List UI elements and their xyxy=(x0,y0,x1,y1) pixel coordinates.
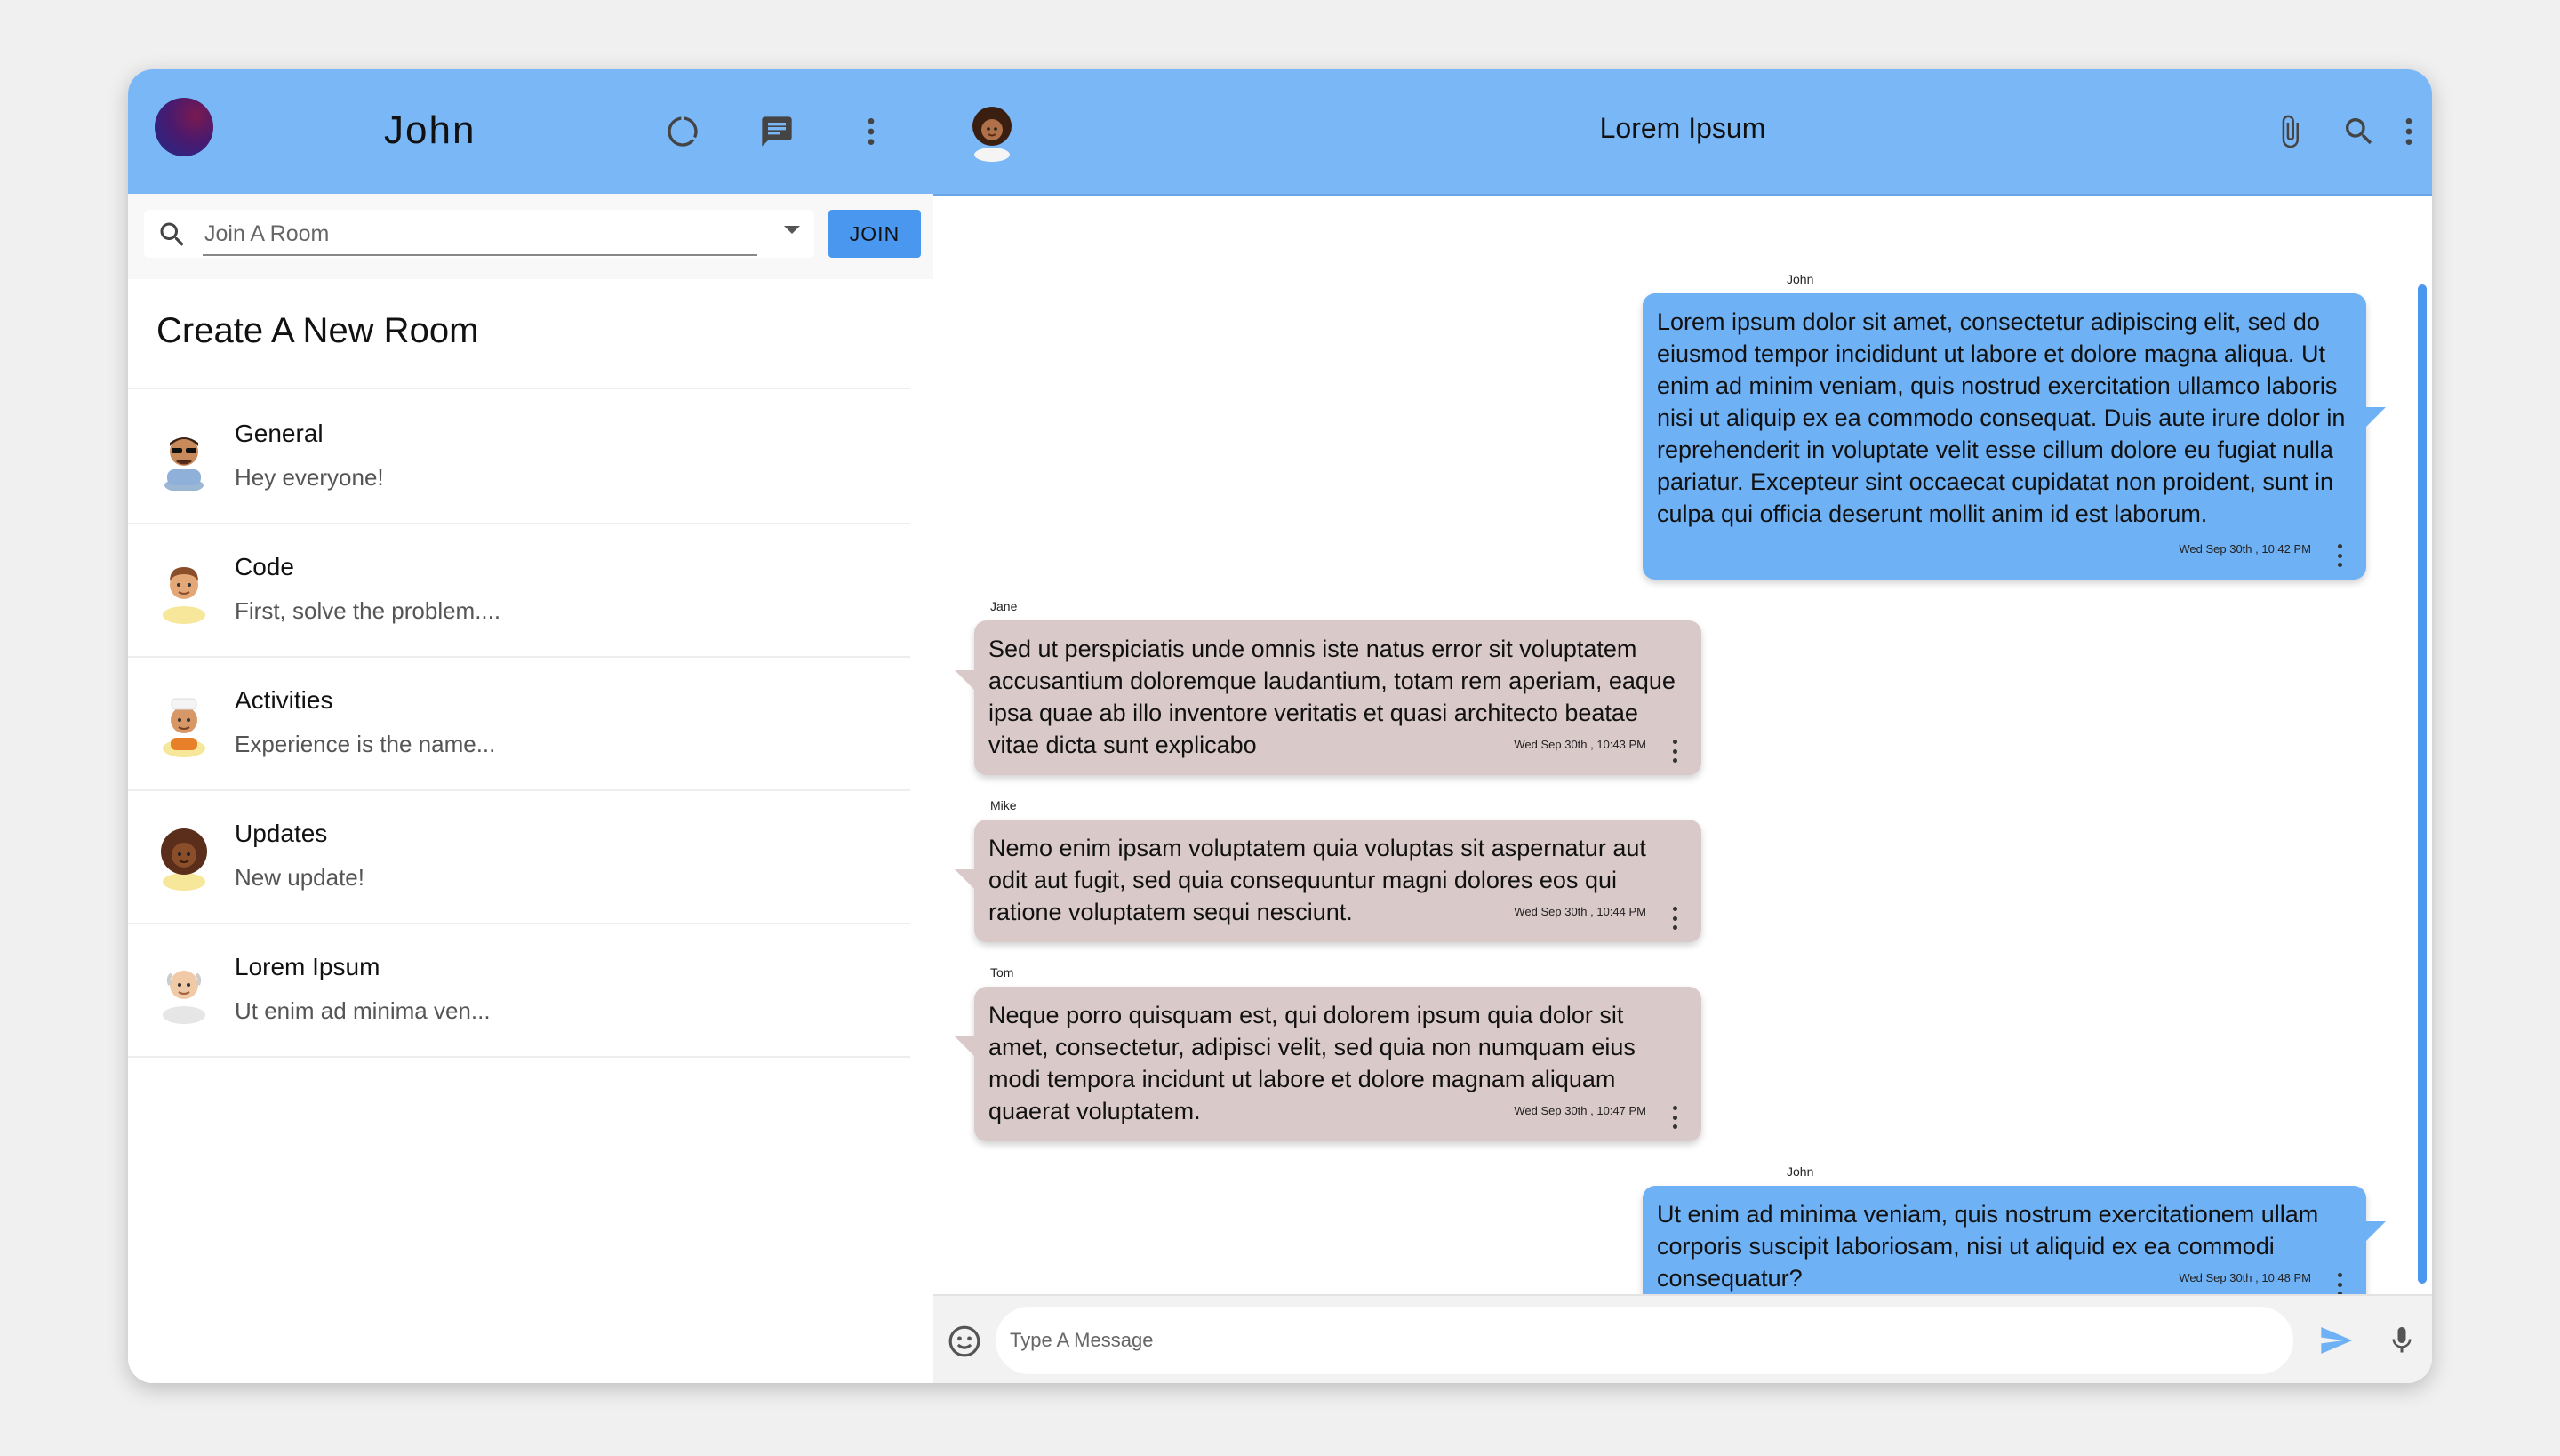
more-vert-icon[interactable] xyxy=(2388,110,2430,153)
message-time: Wed Sep 30th , 10:42 PM xyxy=(2179,542,2311,556)
message-bubble: Sed ut perspiciatis unde omnis iste natu… xyxy=(955,620,1701,775)
curly-hair-woman-avatar xyxy=(161,828,207,891)
attach-icon[interactable] xyxy=(2268,110,2311,153)
search-icon xyxy=(160,222,184,246)
message-bubble: Neque porro quisquam est, qui dolorem ip… xyxy=(955,987,1701,1141)
message-sender: Tom xyxy=(990,965,1014,980)
sidebar-header: John xyxy=(128,69,933,196)
more-vert-icon[interactable] xyxy=(850,110,892,153)
chat-icon[interactable] xyxy=(756,110,798,153)
more-vert-icon[interactable] xyxy=(2336,1273,2343,1296)
send-icon[interactable] xyxy=(2316,1321,2356,1360)
room-name: Code xyxy=(235,553,294,580)
bald-man-avatar xyxy=(163,971,205,1024)
chevron-down-icon[interactable] xyxy=(784,226,800,234)
user-name: John xyxy=(384,108,476,152)
scrollbar-thumb[interactable] xyxy=(2418,284,2427,1284)
more-vert-icon[interactable] xyxy=(1671,740,1678,763)
sunglasses-man-avatar xyxy=(164,437,204,491)
sidebar: John JOIN Create A New Room xyxy=(128,69,935,1383)
message-time: Wed Sep 30th , 10:43 PM xyxy=(1514,738,1646,751)
message-bubble: Nemo enim ipsam voluptatem quia voluptas… xyxy=(955,820,1701,942)
room-item-general[interactable]: General Hey everyone! xyxy=(128,391,910,523)
room-name: Activities xyxy=(235,686,333,714)
message-time: Wed Sep 30th , 10:47 PM xyxy=(1514,1104,1646,1117)
create-room-button[interactable]: Create A New Room xyxy=(156,311,478,351)
message-list[interactable]: John Lorem ipsum dolor sit amet, consect… xyxy=(933,196,2432,1362)
room-last-message: Experience is the name... xyxy=(235,731,496,757)
message-input[interactable] xyxy=(996,1307,2293,1374)
room-last-message: First, solve the problem.... xyxy=(235,597,501,624)
message-composer xyxy=(933,1294,2432,1383)
room-last-message: New update! xyxy=(235,864,364,891)
message-sender: Mike xyxy=(990,798,1017,812)
room-name: General xyxy=(235,420,324,447)
message-sender: John xyxy=(1787,272,1814,286)
room-last-message: Ut enim ad minima ven... xyxy=(235,997,491,1024)
join-room-bar: JOIN xyxy=(128,194,933,279)
room-name: Updates xyxy=(235,820,328,847)
room-item-updates[interactable]: Updates New update! xyxy=(128,791,910,923)
microphone-icon[interactable] xyxy=(2382,1321,2421,1360)
divider xyxy=(128,388,910,389)
room-name: Lorem Ipsum xyxy=(235,953,380,980)
message-time: Wed Sep 30th , 10:44 PM xyxy=(1514,905,1646,918)
more-vert-icon[interactable] xyxy=(2336,544,2343,567)
message-time: Wed Sep 30th , 10:48 PM xyxy=(2179,1271,2311,1284)
message-bubble: Ut enim ad minima veniam, quis nostrum e… xyxy=(1643,1186,2386,1308)
join-button[interactable]: JOIN xyxy=(828,210,921,258)
status-icon[interactable] xyxy=(661,110,704,153)
man-avatar xyxy=(163,567,205,624)
room-last-message: Hey everyone! xyxy=(235,464,384,491)
more-vert-icon[interactable] xyxy=(1671,907,1678,930)
message-sender: Jane xyxy=(990,599,1018,613)
message-sender: John xyxy=(1787,1164,1814,1179)
emoji-icon[interactable] xyxy=(948,1324,981,1358)
chef-avatar xyxy=(163,698,205,757)
more-vert-icon[interactable] xyxy=(1671,1106,1678,1129)
divider xyxy=(128,1056,910,1058)
chat-room-title: Lorem Ipsum xyxy=(1599,112,1766,144)
chat-header: Lorem Ipsum xyxy=(933,69,2432,196)
join-room-field xyxy=(144,210,814,258)
message-bubble: Lorem ipsum dolor sit amet, consectetur … xyxy=(1643,293,2386,580)
chat-app-window: John JOIN Create A New Room xyxy=(128,69,2432,1383)
join-room-input[interactable] xyxy=(203,213,757,256)
chat-panel: Lorem Ipsum John Lorem ipsum dolor sit a… xyxy=(933,69,2432,1383)
room-item-lorem-ipsum[interactable]: Lorem Ipsum Ut enim ad minima ven... xyxy=(128,924,910,1056)
user-avatar[interactable] xyxy=(155,98,213,156)
room-item-code[interactable]: Code First, solve the problem.... xyxy=(128,524,910,656)
message-text: Lorem ipsum dolor sit amet, consectetur … xyxy=(1657,308,2346,527)
room-item-activities[interactable]: Activities Experience is the name... xyxy=(128,658,910,789)
search-icon[interactable] xyxy=(2338,110,2380,153)
